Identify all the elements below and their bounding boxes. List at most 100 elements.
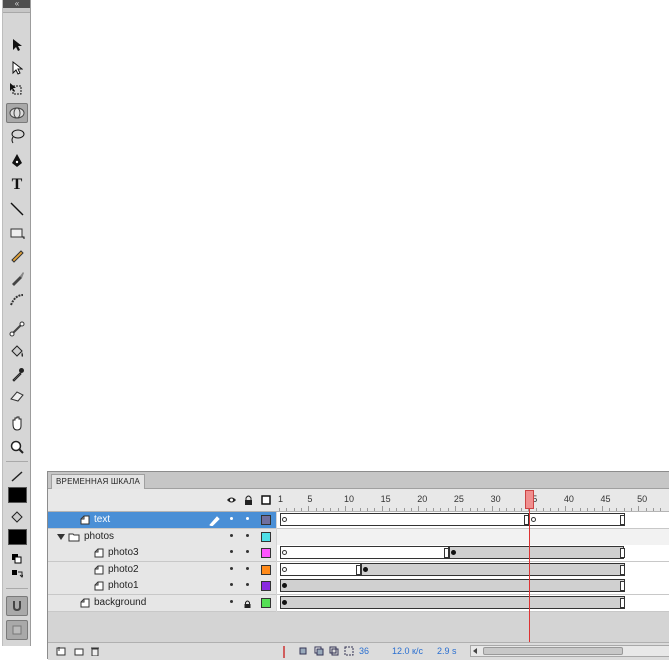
eye-icon[interactable] (226, 495, 236, 505)
frames-row[interactable] (277, 512, 669, 529)
frame-span-tween[interactable] (360, 562, 625, 576)
keyframe[interactable] (362, 566, 368, 572)
text-tool-icon[interactable]: T (6, 175, 28, 195)
keyframe[interactable] (282, 583, 287, 588)
frame-span-tween[interactable] (280, 595, 625, 609)
lock-toggle[interactable] (246, 533, 249, 537)
current-frame-display[interactable]: 36 (359, 646, 369, 656)
layer-name[interactable]: photos (84, 531, 114, 542)
frame-span[interactable] (280, 513, 530, 526)
ruler-tick (403, 508, 405, 511)
pencil-tool-icon[interactable] (6, 245, 28, 265)
frames-row[interactable] (277, 561, 669, 579)
layer-row[interactable]: background (48, 594, 276, 612)
brush-tool-icon[interactable] (6, 268, 28, 288)
paint-bucket-tool-icon[interactable] (6, 342, 28, 362)
edit-multiple-frames-icon[interactable] (344, 646, 354, 656)
layer-row[interactable]: text (48, 512, 276, 529)
scroll-left-icon[interactable] (473, 648, 477, 654)
selection-tool-icon[interactable] (6, 35, 28, 55)
collapse-panel-button[interactable]: « (3, 0, 30, 8)
visibility-toggle[interactable] (230, 550, 233, 553)
layer-row[interactable]: photo1 (48, 578, 276, 595)
visibility-toggle[interactable] (230, 599, 233, 603)
bone-tool-icon[interactable] (6, 319, 28, 339)
new-folder-icon[interactable] (74, 646, 84, 656)
frame-span[interactable] (280, 546, 449, 559)
playhead[interactable] (525, 490, 535, 509)
lasso-tool-icon[interactable] (6, 126, 28, 146)
stroke-color-swatch[interactable] (8, 487, 27, 503)
keyframe[interactable] (282, 550, 287, 555)
free-transform-tool-icon[interactable] (6, 80, 28, 100)
visibility-toggle[interactable] (230, 583, 233, 586)
keyframe[interactable] (282, 599, 287, 605)
lock-toggle[interactable] (246, 550, 249, 553)
outline-color-swatch[interactable] (261, 515, 271, 525)
frame-span[interactable] (529, 513, 625, 526)
keyframe[interactable] (282, 566, 287, 572)
onion-marker-icon[interactable] (280, 646, 290, 658)
ruler-tick (469, 508, 471, 511)
layer-name[interactable]: photo1 (108, 580, 139, 591)
deco-tool-icon[interactable] (6, 290, 28, 310)
layer-name[interactable]: text (94, 514, 110, 525)
frame-rate-display[interactable]: 12.0 к/с (392, 646, 423, 656)
hand-tool-icon[interactable] (6, 413, 28, 433)
layer-row[interactable]: photo2 (48, 561, 276, 579)
zoom-tool-icon[interactable] (6, 437, 28, 457)
frame-ruler[interactable]: 15101520253035404550 (276, 489, 669, 511)
frames-row[interactable] (277, 594, 669, 612)
subselection-tool-icon[interactable] (6, 58, 28, 78)
outline-color-swatch[interactable] (261, 597, 271, 608)
pen-tool-icon[interactable] (6, 151, 28, 171)
eyedropper-tool-icon[interactable] (6, 364, 28, 384)
frames-row[interactable] (277, 528, 669, 546)
outline-color-swatch[interactable] (261, 581, 271, 591)
visibility-toggle[interactable] (230, 566, 233, 570)
center-frame-icon[interactable] (298, 646, 308, 656)
ruler-label: 30 (490, 494, 501, 504)
outline-icon[interactable] (261, 495, 271, 505)
outline-color-swatch[interactable] (261, 531, 271, 542)
frame-span[interactable] (280, 562, 361, 576)
layer-row[interactable]: photo3 (48, 545, 276, 562)
fill-color-swatch[interactable] (8, 529, 27, 545)
magnet-icon[interactable] (6, 596, 28, 616)
keyframe[interactable] (282, 517, 287, 522)
3d-rotation-tool-icon[interactable] (6, 103, 28, 123)
layer-row[interactable]: photos (48, 528, 276, 546)
expand-arrow-icon[interactable] (57, 533, 65, 540)
frames-row[interactable] (277, 545, 669, 562)
layer-name[interactable]: photo2 (108, 564, 139, 575)
lock-icon[interactable] (243, 495, 253, 505)
tab-timeline[interactable]: ВРЕМЕННАЯ ШКАЛА (51, 474, 145, 489)
new-layer-icon[interactable] (56, 646, 66, 656)
rectangle-tool-icon[interactable] (6, 223, 28, 243)
line-tool-icon[interactable] (6, 199, 28, 219)
ruler-tick (322, 508, 324, 511)
lock-toggle[interactable] (246, 517, 249, 520)
onion-skin-icon[interactable] (314, 646, 324, 656)
swap-colors-icon[interactable] (6, 565, 28, 585)
onion-outlines-icon[interactable] (329, 646, 339, 656)
layer-name[interactable]: photo3 (108, 547, 139, 558)
panel-grip[interactable] (3, 8, 30, 13)
eraser-tool-icon[interactable] (6, 386, 28, 406)
frames-row[interactable] (277, 578, 669, 595)
layer-name[interactable]: background (94, 597, 146, 608)
tool-option-icon[interactable] (6, 620, 28, 640)
visibility-toggle[interactable] (230, 533, 233, 537)
delete-layer-icon[interactable] (90, 646, 100, 657)
lock-toggle[interactable] (246, 583, 249, 586)
outline-color-swatch[interactable] (261, 564, 271, 575)
keyframe[interactable] (450, 550, 456, 555)
lock-toggle[interactable] (246, 566, 249, 570)
lock-icon[interactable] (244, 599, 251, 608)
frame-span-tween[interactable] (448, 546, 625, 559)
outline-color-swatch[interactable] (261, 548, 271, 558)
frame-span-tween[interactable] (280, 579, 625, 592)
visibility-toggle[interactable] (230, 517, 233, 520)
horizontal-scrollbar[interactable] (470, 645, 669, 657)
scrollbar-thumb[interactable] (483, 647, 623, 655)
